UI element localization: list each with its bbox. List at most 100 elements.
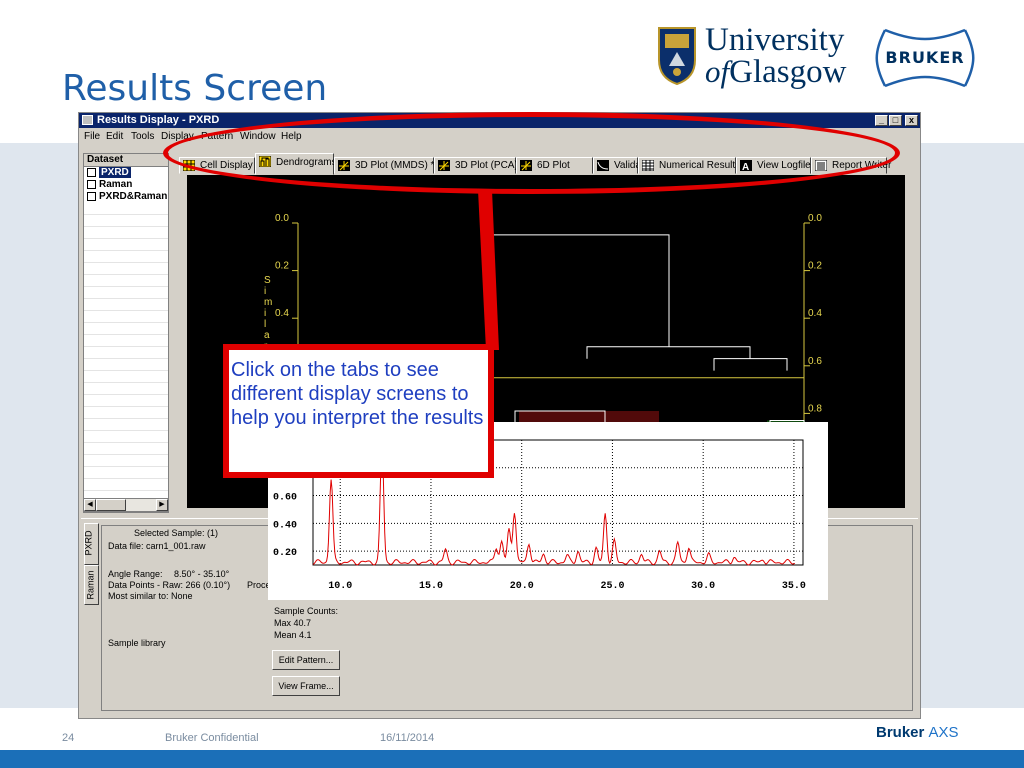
dataset-checkbox[interactable] — [87, 192, 96, 201]
dataset-empty-row — [84, 467, 168, 479]
footer-confidential: Bruker Confidential — [165, 732, 259, 744]
university-shield-icon — [658, 27, 696, 86]
edit-pattern-button[interactable]: Edit Pattern... — [272, 650, 340, 670]
maximize-button[interactable]: □ — [889, 115, 902, 126]
dataset-empty-row — [84, 419, 168, 431]
left-tick-label: 0.2 — [275, 261, 289, 272]
university-logo-of: of — [705, 54, 730, 89]
dataset-empty-row — [84, 227, 168, 239]
tab-pxrd[interactable]: PXRD — [84, 523, 99, 565]
dataset-empty-row — [84, 215, 168, 227]
merge-root — [486, 234, 670, 247]
x-tick-label: 35.0 — [782, 581, 806, 592]
dataset-empty-row — [84, 323, 168, 335]
x-tick-label: 30.0 — [691, 581, 715, 592]
x-tick-label: 10.0 — [328, 581, 352, 592]
dataset-item-pxrd[interactable]: PXRD — [84, 167, 168, 179]
minimize-button[interactable]: _ — [875, 115, 888, 126]
x-tick-label: 15.0 — [419, 581, 443, 592]
dataset-empty-row — [84, 443, 168, 455]
sample-counts-title: Sample Counts: — [274, 606, 339, 616]
menu-tools[interactable]: Tools — [131, 131, 154, 142]
results-display-window: Results Display - PXRD _ □ x File Edit T… — [78, 112, 921, 719]
instruction-callout: Click on the tabs to see different displ… — [223, 344, 494, 478]
footer-brand: Bruker AXS — [876, 724, 959, 741]
view-frame-button[interactable]: View Frame... — [272, 676, 340, 696]
dataset-item-raman[interactable]: Raman — [84, 179, 168, 191]
y-tick-label: 0.40 — [273, 520, 297, 531]
dataset-header: Dataset — [84, 154, 168, 167]
sample-counts-mean: Mean 4.1 — [274, 630, 312, 640]
dataset-empty-row — [84, 311, 168, 323]
dataset-empty-row — [84, 275, 168, 287]
axis-title-letter: i — [264, 286, 266, 297]
menu-edit[interactable]: Edit — [106, 131, 123, 142]
dataset-checkbox[interactable] — [87, 180, 96, 189]
dataset-empty-row — [84, 203, 168, 215]
dataset-empty-row — [84, 287, 168, 299]
bruker-logo-text: BRUKER — [885, 48, 965, 67]
axis-title-letter: m — [264, 297, 272, 308]
dataset-checkbox[interactable] — [87, 168, 96, 177]
menu-file[interactable]: File — [84, 131, 100, 142]
dataset-empty-row — [84, 431, 168, 443]
most-similar-text: Most similar to: None — [108, 591, 193, 601]
dataset-list: Dataset PXRD Raman PXRD&Raman — [83, 153, 169, 513]
right-tick-label: 0.6 — [808, 356, 822, 367]
axis-title-letter: S — [264, 275, 271, 286]
y-tick-label: 0.60 — [273, 493, 297, 504]
university-logo-glasgow: Glasgow — [729, 54, 847, 90]
tab-raman-label: Raman — [85, 570, 96, 600]
left-tick-label: 0.4 — [275, 308, 289, 319]
x-tick-label: 25.0 — [600, 581, 624, 592]
right-tick-label: 0.8 — [808, 403, 822, 414]
data-points-text: Data Points - Raw: 266 (0.10°) — [108, 580, 231, 590]
dataset-empty-row — [84, 455, 168, 467]
left-tick-label: 0.0 — [275, 213, 289, 224]
dataset-empty-row — [84, 383, 168, 395]
window-app-icon — [82, 115, 93, 125]
tab-raman[interactable]: Raman — [84, 565, 99, 605]
close-button[interactable]: x — [905, 115, 918, 126]
university-of-glasgow-logo: University ofGlasgow — [657, 22, 867, 94]
footer-bar — [0, 750, 1024, 768]
x-tick-label: 20.0 — [510, 581, 534, 592]
dataset-empty-row — [84, 251, 168, 263]
slide-number: 24 — [62, 732, 75, 744]
axis-title-letter: i — [264, 308, 266, 319]
dataset-item-pxrd-raman[interactable]: PXRD&Raman — [84, 191, 168, 203]
dataset-empty-rows — [84, 203, 168, 491]
merge-yellow-green — [713, 358, 788, 371]
bruker-logo: BRUKER — [870, 22, 980, 94]
dataset-empty-row — [84, 263, 168, 275]
scroll-left-arrow-icon[interactable]: ◀ — [84, 499, 96, 511]
sample-counts-max: Max 40.7 — [274, 618, 312, 628]
dataset-horizontal-scrollbar[interactable]: ◀ ▶ — [83, 498, 169, 512]
axis-title-letter: a — [264, 330, 270, 341]
dataset-empty-row — [84, 335, 168, 347]
dataset-empty-row — [84, 299, 168, 311]
university-logo-line2: ofGlasgow — [705, 54, 846, 91]
right-tick-label: 0.0 — [808, 213, 822, 224]
footer-date: 16/11/2014 — [380, 732, 435, 744]
dataset-item-label: Raman — [99, 179, 133, 190]
window-title: Results Display - PXRD — [97, 114, 220, 126]
data-type-tabs: PXRD Raman — [84, 523, 100, 623]
dataset-item-label: PXRD&Raman — [99, 191, 168, 202]
right-tick-label: 0.2 — [808, 261, 822, 272]
merge-red-yg — [586, 346, 751, 359]
y-tick-label: 0.20 — [273, 548, 297, 559]
scroll-thumb[interactable] — [96, 499, 126, 511]
tabs-highlight-oval — [163, 112, 900, 194]
dataset-empty-row — [84, 407, 168, 419]
dataset-empty-row — [84, 395, 168, 407]
dataset-empty-row — [84, 239, 168, 251]
angle-range-value: 8.50° - 35.10° — [174, 569, 230, 579]
dataset-empty-row — [84, 359, 168, 371]
footer-brand-suffix: AXS — [928, 724, 959, 741]
scroll-right-arrow-icon[interactable]: ▶ — [156, 499, 168, 511]
footer-brand-name: Bruker — [876, 724, 925, 741]
axis-title-letter: l — [264, 319, 266, 330]
tab-pxrd-label: PXRD — [83, 530, 94, 556]
dataset-empty-row — [84, 479, 168, 491]
